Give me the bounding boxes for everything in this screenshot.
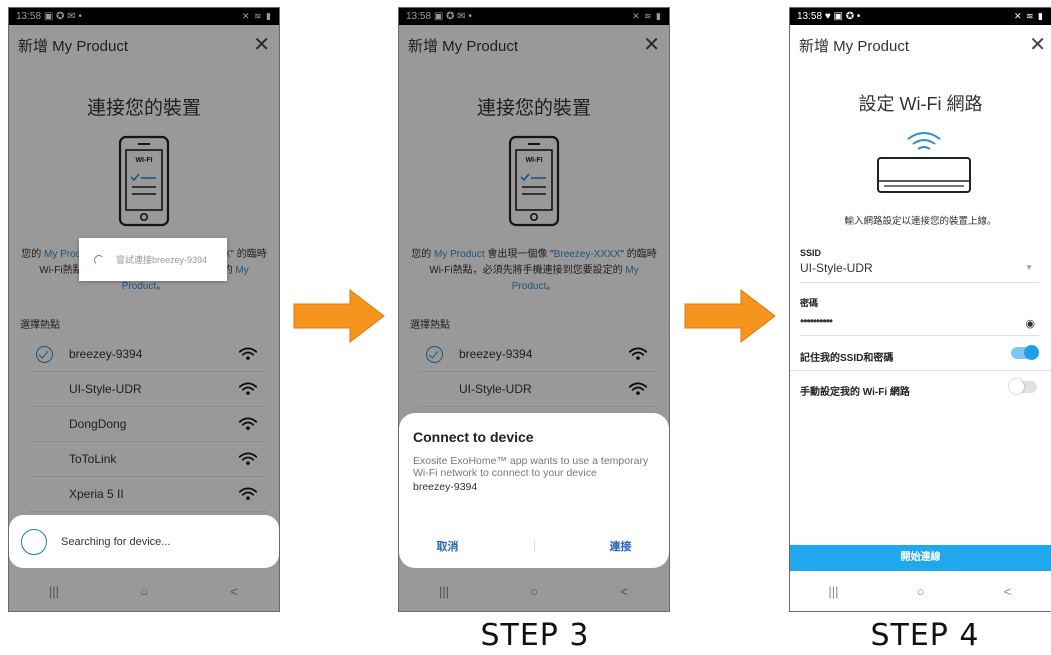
system-nav-bar: ||| ○ < [9,571,279,611]
hotspot-row[interactable]: ToToLink [29,442,267,477]
system-nav-bar: ||| ○ < [790,571,1051,611]
password-field[interactable]: •••••••••• ◉ [800,314,1039,336]
wifi-signal-icon [629,347,647,361]
ssid-value: UI-Style-UDR [800,261,873,275]
choose-hotspot-label: 選擇熱點 [410,320,450,331]
home-button[interactable]: ○ [129,584,159,599]
manual-wifi-row: 手動設定我的 Wi-Fi 網路 [800,379,1039,398]
phone-screen-permission: 13:58 ▣ ✪ ✉ • ✕ ≋ ▮ 新增 My Product ✕ 連接您的… [398,7,670,612]
wifi-setup-content: 設定 Wi-Fi 網路 輸入網路設定以連接您的裝置上線。 SSID UI-Sty… [790,65,1051,571]
status-bar: 13:58 ♥ ▣ ✪ • ✕ ≋ ▮ [790,8,1051,25]
system-nav-bar: ||| ○ < [399,571,669,611]
divider [790,370,1051,371]
button-divider [533,540,535,552]
wifi-signal-icon [239,452,257,466]
selected-check-icon [36,346,53,363]
app-header: 新增 My Product ✕ [9,25,279,65]
status-time: 13:58 [16,11,42,22]
app-title: 新增 My Product [799,37,910,55]
wifi-signal-icon [629,382,647,396]
recent-apps-button[interactable]: ||| [39,584,69,599]
status-time: 13:58 [406,11,432,22]
hotspot-list: breezey-9394 UI-Style-UDR DongDong ToToL… [29,337,267,512]
ssid-select[interactable]: UI-Style-UDR ▼ [800,261,1039,283]
close-icon[interactable]: ✕ [253,35,270,55]
remember-ssid-row: 記住我的SSID和密碼 [800,345,1039,364]
page-title: 設定 Wi-Fi 網路 [858,94,983,114]
dialog-body: Exosite ExoHome™ app wants to use a temp… [413,455,649,479]
status-icons: ▣ ✪ ✉ • [43,11,82,22]
back-button[interactable]: < [219,584,249,599]
manual-wifi-toggle[interactable] [1009,379,1037,394]
loading-spinner-icon [94,254,104,265]
connecting-toast: 嘗試連接breezey-9394 [79,238,227,281]
progress-ring-icon [21,528,47,555]
home-button[interactable]: ○ [906,584,936,599]
wifi-instruction: 輸入網路設定以連接您的裝置上線。 [844,216,997,227]
arrow-right-icon [684,288,776,344]
phone-wifi-icon [508,135,560,227]
app-header: 新增 My Product ✕ [790,25,1051,65]
wifi-signal-icon [239,382,257,396]
status-time: 13:58 [797,11,823,22]
phone-screen-wifi-setup: 13:58 ♥ ▣ ✪ • ✕ ≋ ▮ 新增 My Product ✕ 設定 W… [789,7,1051,612]
status-bar: 13:58 ▣ ✪ ✉ • ✕ ≋ ▮ [399,8,669,25]
searching-text: Searching for device... [61,535,171,548]
page-title: 連接您的裝置 [476,98,591,119]
hotspot-row[interactable]: Xperia 5 II [29,477,267,512]
connect-description: 您的 My Product 會出現一個像 "Breezey-XXXX" 的臨時W… [411,249,657,292]
back-button[interactable]: < [609,584,639,599]
app-header: 新增 My Product ✕ [399,25,669,65]
app-title: 新增 My Product [408,37,519,55]
searching-sheet: Searching for device... [9,515,279,568]
dialog-title: Connect to device [413,429,534,445]
app-title: 新增 My Product [18,37,129,55]
dropdown-caret-icon: ▼ [1025,263,1033,272]
status-icons: ♥ ▣ ✪ • [824,11,861,22]
wifi-signal-icon [239,487,257,501]
status-system-icons: ✕ ≋ ▮ [1013,11,1044,21]
hotspot-row[interactable]: breezey-9394 [419,337,657,372]
back-button[interactable]: < [993,584,1023,599]
ssid-label: SSID [800,248,822,258]
status-system-icons: ✕ ≋ ▮ [631,11,662,21]
status-system-icons: ✕ ≋ ▮ [241,11,272,21]
status-icons: ▣ ✪ ✉ • [433,11,472,22]
close-icon[interactable]: ✕ [1029,35,1046,55]
page-title: 連接您的裝置 [86,98,201,119]
selected-check-icon [426,346,443,363]
step-4-label: STEP 4 [870,618,980,653]
home-button[interactable]: ○ [519,584,549,599]
password-label: 密碼 [800,298,819,308]
hotspot-row[interactable]: UI-Style-UDR [419,372,657,407]
close-icon[interactable]: ✕ [643,35,660,55]
connecting-text: 嘗試連接breezey-9394 [116,255,208,265]
choose-hotspot-label: 選擇熱點 [20,320,60,331]
password-value: •••••••••• [800,314,833,328]
remember-ssid-label: 記住我的SSID和密碼 [800,353,894,364]
recent-apps-button[interactable]: ||| [429,584,459,599]
hotspot-row[interactable]: DongDong [29,407,267,442]
manual-wifi-label: 手動設定我的 Wi-Fi 網路 [800,387,910,398]
start-connection-button[interactable]: 開始連線 [790,545,1051,571]
cancel-button[interactable]: 取消 [437,538,459,554]
wifi-signal-icon [239,417,257,431]
step-3-label: STEP 3 [480,618,590,653]
arrow-right-icon [293,288,385,344]
show-password-eye-icon[interactable]: ◉ [1025,317,1035,330]
air-conditioner-wifi-icon [877,132,971,193]
recent-apps-button[interactable]: ||| [819,584,849,599]
wifi-signal-icon [239,347,257,361]
phone-wifi-icon [118,135,170,227]
remember-ssid-toggle[interactable] [1011,345,1039,360]
status-bar: 13:58 ▣ ✪ ✉ • ✕ ≋ ▮ [9,8,279,25]
hotspot-row[interactable]: breezey-9394 [29,337,267,372]
phone-screen-connecting: 13:58 ▣ ✪ ✉ • ✕ ≋ ▮ 新增 My Product ✕ 連接您的… [8,7,280,612]
connect-content: 連接您的裝置 您的 My Product 會出現一個像 "Breezey-XXX… [9,65,279,571]
connect-device-dialog: Connect to device Exosite ExoHome™ app w… [399,413,669,568]
connect-button[interactable]: 連接 [610,538,632,554]
dialog-network-name: breezey-9394 [413,481,478,493]
hotspot-row[interactable]: UI-Style-UDR [29,372,267,407]
